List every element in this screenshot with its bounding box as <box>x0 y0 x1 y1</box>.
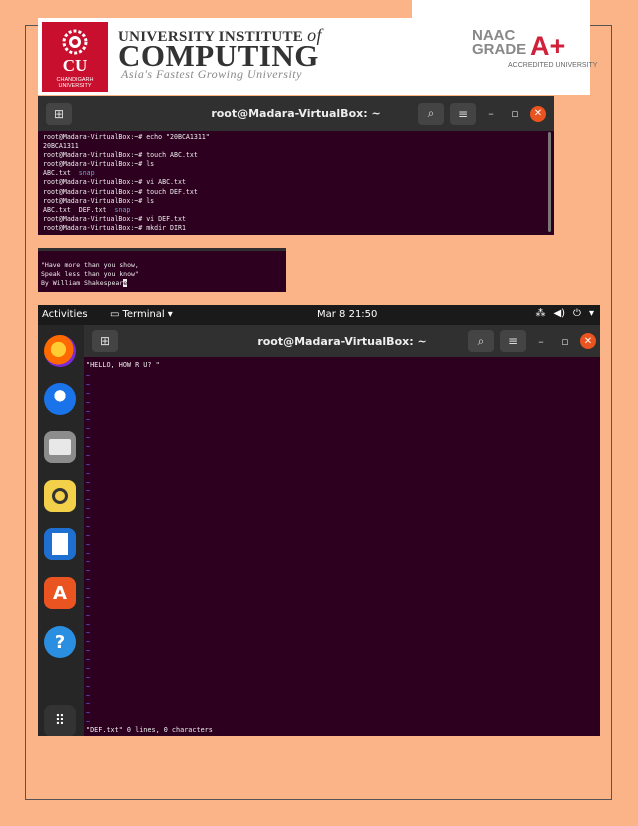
terminal-line: ABC.txt DEF.txt snap <box>43 205 131 214</box>
system-tray[interactable]: ⁂ ◀) ⏻ ▾ <box>535 308 594 319</box>
network-icon: ⁂ <box>535 308 546 319</box>
accredited-label: ACCREDITED UNIVERSITY <box>508 62 598 69</box>
terminal-line: root@Madara-VirtualBox:~# vi ABC.txt <box>43 178 186 187</box>
help-icon[interactable]: ? <box>44 626 76 658</box>
software-icon[interactable]: A <box>44 577 76 609</box>
clock[interactable]: Mar 8 21:50 <box>317 309 377 320</box>
chevron-down-icon: ▾ <box>588 308 594 319</box>
quote-line-3: By William Shakespear <box>41 279 124 287</box>
terminal-line: root@Madara-VirtualBox:~# echo "20BCA131… <box>43 133 210 141</box>
quote-output: "Have more than you show, Speak less tha… <box>38 251 286 288</box>
thunderbird-icon[interactable] <box>44 383 76 415</box>
grade-label: GRADE <box>472 41 527 58</box>
grade-aplus: A+ <box>530 31 566 61</box>
gear-emblem-icon <box>62 29 88 55</box>
terminal-line: root@Madara-VirtualBox:~# mkdir DIR1 <box>43 223 186 232</box>
menu-icon[interactable]: ≡ <box>450 102 476 125</box>
terminal-line: root@Madara-VirtualBox:~# ls <box>43 196 155 205</box>
vim-empty-lines: ~ ~ ~ ~ ~ ~ ~ ~ ~ ~ ~ ~ ~ ~ ~ ~ ~ ~ ~ ~ … <box>86 372 91 727</box>
terminal-window-2: "Have more than you show, Speak less tha… <box>38 248 286 292</box>
scrollbar[interactable] <box>548 132 551 232</box>
logo-subtitle: CHANDIGARH UNIVERSITY <box>56 77 94 89</box>
app-menu-label: Terminal <box>122 309 165 320</box>
app-menu[interactable]: ▭ Terminal ▾ <box>110 309 173 320</box>
gnome-top-bar: Activities ▭ Terminal ▾ Mar 8 21:50 ⁂ ◀) ⏻ ▾ <box>38 305 600 325</box>
close-icon[interactable]: ✕ <box>530 105 546 122</box>
power-icon: ⏻ <box>573 308 581 319</box>
writer-icon[interactable] <box>44 528 76 560</box>
vim-editor[interactable]: "HELLO, HOW R U? " ~ ~ ~ ~ ~ ~ ~ ~ ~ ~ ~… <box>85 358 600 736</box>
close-icon[interactable]: ✕ <box>580 333 596 349</box>
ubuntu-desktop: Activities ▭ Terminal ▾ Mar 8 21:50 ⁂ ◀) ⏻ ▾ … <box>38 305 600 736</box>
terminal-output: root@Madara-VirtualBox:~# echo "20BCA131… <box>38 131 554 235</box>
snap-dir: snap <box>114 205 131 214</box>
volume-icon: ◀) <box>553 308 566 319</box>
text-cursor: e <box>123 279 128 287</box>
new-tab-icon[interactable]: ⊞ <box>46 102 72 125</box>
chevron-down-icon: ▾ <box>167 309 173 320</box>
firefox-icon[interactable] <box>44 335 76 367</box>
naac-badge: NAAC GRADE A+ ACCREDITED UNIVERSITY <box>472 28 597 79</box>
maximize-icon[interactable]: ▫ <box>506 107 524 120</box>
terminal-line: ABC.txt snap <box>43 169 95 178</box>
search-icon[interactable]: ⌕ <box>418 102 444 125</box>
logo-letters: CU <box>62 56 88 75</box>
snap-dir: snap <box>78 169 95 178</box>
rhythmbox-icon[interactable] <box>44 480 76 512</box>
terminal-line: root@Madara-VirtualBox:~# ls <box>43 160 155 169</box>
menu-icon[interactable]: ≡ <box>500 330 526 352</box>
minimize-icon[interactable]: – <box>482 107 500 120</box>
minimize-icon[interactable]: – <box>532 335 550 348</box>
dock: A ? ⠿ <box>38 325 84 736</box>
terminal-line: root@Madara-VirtualBox:~# vi DEF.txt <box>43 214 186 223</box>
header-tagline: Asia's Fastest Growing University <box>121 67 302 81</box>
apps-grid-icon[interactable]: ⠿ <box>44 705 76 736</box>
files-icon[interactable] <box>44 431 76 463</box>
new-tab-icon[interactable]: ⊞ <box>92 330 118 352</box>
quote-line-1: "Have more than you show, <box>41 261 139 269</box>
terminal-line: 20BCA1311 <box>43 142 79 151</box>
terminal-window-3: ⊞ root@Madara-VirtualBox: ~ ⌕ ≡ – ▫ ✕ "H… <box>84 325 600 736</box>
search-icon[interactable]: ⌕ <box>468 330 494 352</box>
terminal-line: root@Madara-VirtualBox:~# touch DEF.txt <box>43 187 198 196</box>
terminal-titlebar: ⊞ root@Madara-VirtualBox: ~ ⌕ ≡ – ▫ ✕ <box>84 325 600 357</box>
vim-first-line: "HELLO, HOW R U? " <box>86 361 160 369</box>
vim-status-line: "DEF.txt" 0 lines, 0 characters <box>86 726 213 734</box>
maximize-icon[interactable]: ▫ <box>556 335 574 348</box>
terminal-window-1: ⊞ root@Madara-VirtualBox: ~ ⌕ ≡ – ▫ ✕ ro… <box>38 96 554 235</box>
cu-logo: CU CHANDIGARH UNIVERSITY <box>42 22 108 92</box>
quote-line-2: Speak less than you know" <box>41 270 139 278</box>
terminal-app-icon: ▭ <box>110 309 120 320</box>
activities-button[interactable]: Activities <box>42 309 88 320</box>
terminal-line: root@Madara-VirtualBox:~# touch ABC.txt <box>43 151 198 160</box>
terminal-titlebar: ⊞ root@Madara-VirtualBox: ~ ⌕ ≡ – ▫ ✕ <box>38 96 554 131</box>
university-header: CU CHANDIGARH UNIVERSITY UNIVERSITY INST… <box>38 18 597 95</box>
